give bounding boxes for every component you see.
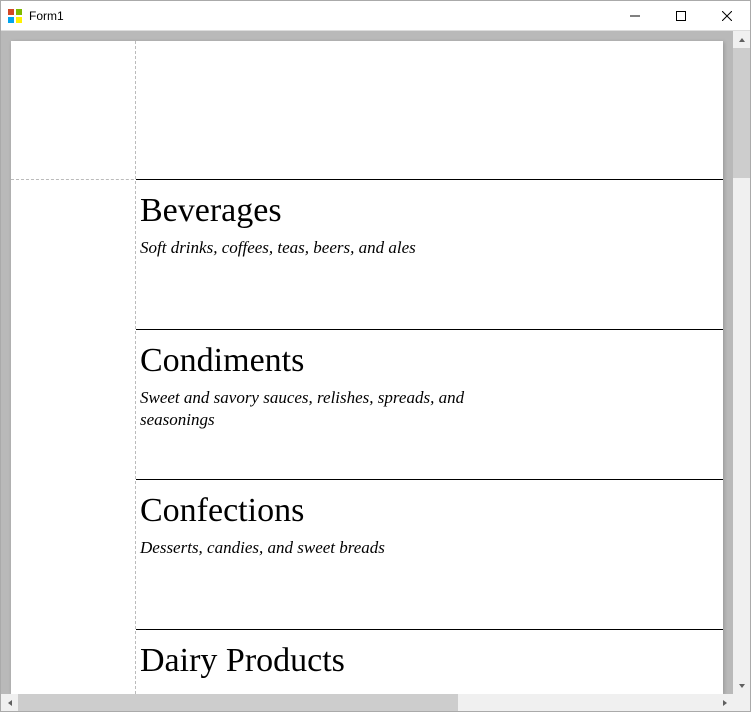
vscroll-thumb[interactable]: [733, 48, 750, 178]
close-button[interactable]: [704, 1, 750, 30]
section-desc: Soft drinks, coffees, teas, beers, and a…: [140, 237, 520, 260]
hscroll-thumb[interactable]: [18, 694, 458, 711]
scroll-up-button[interactable]: [733, 31, 750, 48]
window-controls: [612, 1, 750, 30]
vertical-scrollbar[interactable]: [733, 31, 750, 694]
report-section: Condiments Sweet and savory sauces, reli…: [136, 329, 723, 479]
section-title: Beverages: [140, 190, 703, 233]
hscroll-track[interactable]: [18, 694, 716, 711]
section-title: Confections: [140, 490, 703, 533]
horizontal-scrollbar[interactable]: [1, 694, 733, 711]
minimize-button[interactable]: [612, 1, 658, 30]
report-page: Beverages Soft drinks, coffees, teas, be…: [11, 41, 723, 694]
titlebar[interactable]: Form1: [1, 1, 750, 31]
window-title: Form1: [29, 9, 64, 23]
section-title: Dairy Products: [140, 640, 703, 683]
vscroll-track[interactable]: [733, 48, 750, 677]
scroll-down-button[interactable]: [733, 677, 750, 694]
window-frame: Form1 Beverages: [0, 0, 751, 712]
page-wrap: Beverages Soft drinks, coffees, teas, be…: [1, 31, 733, 694]
report-section: Beverages Soft drinks, coffees, teas, be…: [136, 179, 723, 329]
report-content: Beverages Soft drinks, coffees, teas, be…: [136, 179, 723, 694]
section-desc: Sweet and savory sauces, relishes, sprea…: [140, 387, 520, 433]
report-section: Confections Desserts, candies, and sweet…: [136, 479, 723, 629]
app-icon: [7, 8, 23, 24]
report-viewport: Beverages Soft drinks, coffees, teas, be…: [1, 31, 750, 711]
scroll-left-button[interactable]: [1, 694, 18, 711]
section-title: Condiments: [140, 340, 703, 383]
client-area: Beverages Soft drinks, coffees, teas, be…: [1, 31, 750, 711]
scrollbar-corner: [733, 694, 750, 711]
scroll-right-button[interactable]: [716, 694, 733, 711]
report-section: Dairy Products: [136, 629, 723, 694]
maximize-button[interactable]: [658, 1, 704, 30]
section-desc: Desserts, candies, and sweet breads: [140, 537, 520, 560]
